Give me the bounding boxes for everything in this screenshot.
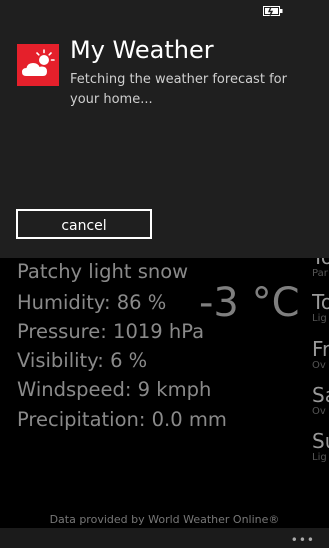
forecast-summary: Lig <box>312 452 327 463</box>
humidity-text: Humidity: 86 % <box>17 291 167 314</box>
forecast-item[interactable]: Fr Ov <box>312 338 329 372</box>
forecast-day: Sa <box>312 383 329 407</box>
precipitation-text: Precipitation: 0.0 mm <box>17 408 227 431</box>
status-bar <box>0 0 329 22</box>
pressure-text: Pressure: 1019 hPa <box>17 320 205 343</box>
forecast-item[interactable]: Su Lig <box>312 430 329 464</box>
dialog-title: My Weather <box>70 36 214 64</box>
forecast-item[interactable]: To Lig <box>312 291 329 325</box>
forecast-item[interactable]: To Par <box>312 258 329 280</box>
forecast-day: Fr <box>312 337 329 361</box>
condition-text: Patchy light snow <box>17 260 189 283</box>
more-dots-icon[interactable]: ••• <box>291 533 315 547</box>
forecast-summary: Par <box>312 268 328 279</box>
visibility-text: Visibility: 6 % <box>17 349 148 372</box>
cancel-button[interactable]: cancel <box>16 209 152 239</box>
dialog-message: Fetching the weather forecast for your h… <box>70 72 287 107</box>
data-credit: Data provided by World Weather Online® <box>49 513 280 526</box>
forecast-day: Su <box>312 429 329 453</box>
windspeed-text: Windspeed: 9 kmph <box>17 378 212 401</box>
weather-sun-cloud-icon <box>17 44 59 86</box>
forecast-day: To <box>312 290 329 314</box>
forecast-item[interactable]: Sa Ov <box>312 384 329 418</box>
forecast-summary: Ov <box>312 406 326 417</box>
current-temperature: -3 °C <box>199 280 300 326</box>
forecast-summary: Ov <box>312 360 326 371</box>
forecast-day: To <box>312 258 329 268</box>
forecast-summary: Lig <box>312 313 327 324</box>
forecast-list[interactable]: To Par To Lig Fr Ov Sa Ov Su Lig <box>312 258 329 488</box>
app-bar[interactable]: ••• <box>0 528 329 548</box>
progress-dialog: My Weather Fetching the weather forecast… <box>0 22 329 258</box>
battery-charging-icon <box>263 6 283 16</box>
weather-page: Patchy light snow Humidity: 86 % Pressur… <box>0 258 329 548</box>
